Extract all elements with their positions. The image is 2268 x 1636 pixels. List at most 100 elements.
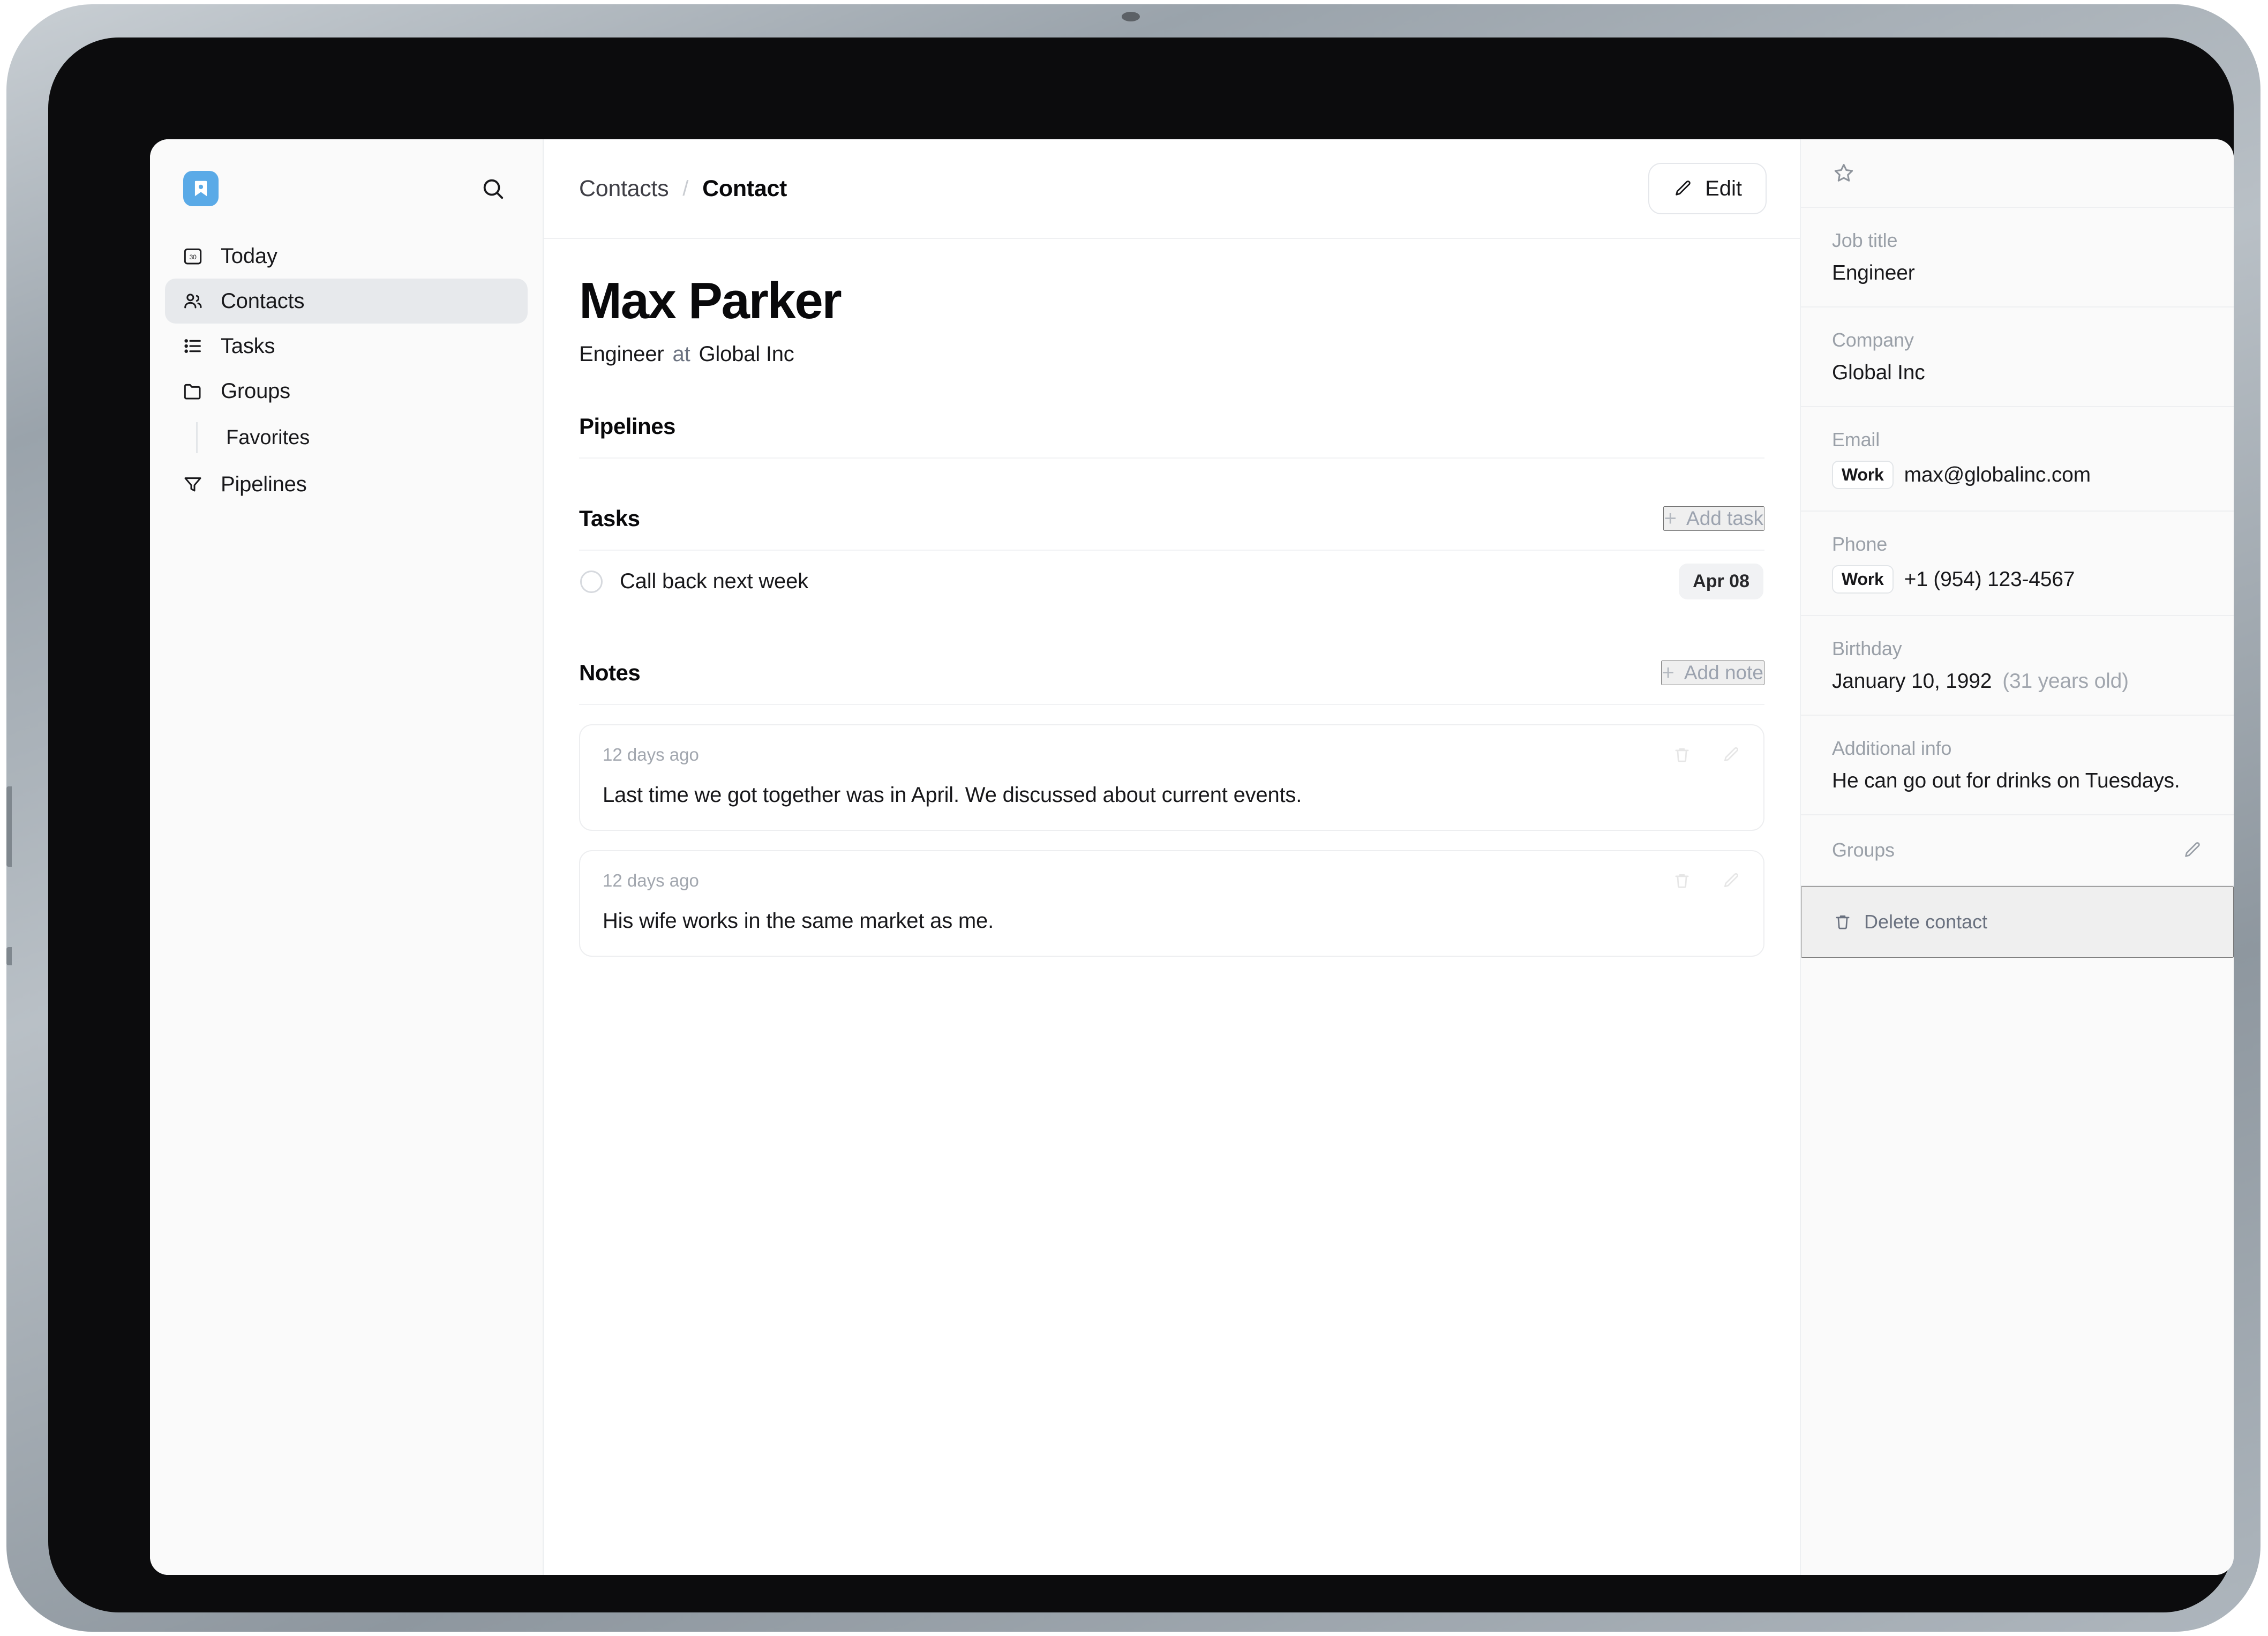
trash-icon: [1833, 912, 1852, 932]
note-card-actions: [1672, 871, 1741, 890]
field-label: Company: [1832, 329, 2203, 351]
breadcrumb-root[interactable]: Contacts: [579, 176, 669, 202]
add-task-label: Add task: [1686, 507, 1763, 530]
field-value: Engineer: [1832, 261, 2203, 285]
contact-at-word: at: [673, 342, 690, 366]
task-due-badge: Apr 08: [1679, 564, 1763, 599]
breadcrumb: Contacts / Contact: [579, 176, 787, 202]
search-icon[interactable]: [476, 172, 509, 205]
folder-icon: [181, 379, 205, 403]
main-content: Contacts / Contact Edit: [544, 139, 1800, 1575]
power-button[interactable]: [6, 947, 12, 965]
volume-button[interactable]: [6, 786, 12, 867]
phone-value[interactable]: +1 (954) 123-4567: [1904, 568, 2075, 591]
trash-icon[interactable]: [1672, 745, 1692, 764]
task-row-left: Call back next week: [580, 569, 808, 594]
field-company: Company Global Inc: [1801, 307, 2234, 407]
add-task-button[interactable]: + Add task: [1663, 506, 1764, 531]
notes-section: Notes + Add note 12 days ago: [579, 660, 1764, 957]
email-value[interactable]: max@globalinc.com: [1904, 463, 2091, 487]
details-panel: Job title Engineer Company Global Inc Em…: [1800, 139, 2234, 1575]
field-phone: Phone Work +1 (954) 123-4567: [1801, 512, 2234, 616]
field-label: Additional info: [1832, 737, 2203, 760]
note-timestamp: 12 days ago: [603, 870, 699, 891]
birthday-date: January 10, 1992: [1832, 670, 1992, 693]
pipelines-section: Pipelines: [579, 414, 1764, 459]
tasks-section-title: Tasks: [579, 506, 640, 531]
breadcrumb-current: Contact: [702, 176, 787, 202]
task-label: Call back next week: [620, 569, 808, 594]
sidebar-subitem-label: Favorites: [226, 426, 310, 449]
pencil-icon[interactable]: [2182, 840, 2203, 860]
note-card-header: 12 days ago: [603, 745, 1741, 765]
field-value: He can go out for drinks on Tuesdays.: [1832, 769, 2203, 793]
field-email: Email Work max@globalinc.com: [1801, 407, 2234, 512]
sidebar-item-label: Today: [221, 244, 277, 268]
field-label: Groups: [1832, 839, 1895, 861]
pipelines-section-header: Pipelines: [579, 414, 1764, 459]
contact-company: Global Inc: [699, 342, 794, 366]
contact-job-title: Engineer: [579, 342, 664, 366]
field-value: Global Inc: [1832, 361, 2203, 385]
sidebar-item-label: Pipelines: [221, 472, 307, 497]
note-card[interactable]: 12 days ago: [579, 850, 1764, 957]
add-note-button[interactable]: + Add note: [1661, 661, 1765, 685]
note-card-actions: [1672, 745, 1741, 764]
delete-contact-button[interactable]: Delete contact: [1801, 886, 2234, 958]
pencil-icon[interactable]: [1722, 871, 1741, 890]
field-birthday: Birthday January 10, 1992 (31 years old): [1801, 616, 2234, 716]
field-additional-info: Additional info He can go out for drinks…: [1801, 716, 2234, 815]
calendar-30-icon: 30: [181, 244, 205, 268]
tasks-section: Tasks + Add task Call back next week: [579, 506, 1764, 613]
sidebar-item-contacts[interactable]: Contacts: [165, 279, 528, 324]
camera-icon: [1122, 12, 1140, 21]
email-type-badge: Work: [1832, 461, 1894, 489]
page-title: Max Parker: [579, 274, 1764, 328]
tasks-section-header: Tasks + Add task: [579, 506, 1764, 551]
list-icon: [181, 334, 205, 358]
sidebar: 30 Today: [150, 139, 544, 1575]
note-timestamp: 12 days ago: [603, 745, 699, 765]
note-body: His wife works in the same market as me.: [603, 909, 1741, 933]
sidebar-item-label: Groups: [221, 379, 290, 403]
note-card-header: 12 days ago: [603, 870, 1741, 891]
field-job-title: Job title Engineer: [1801, 208, 2234, 307]
pipelines-section-title: Pipelines: [579, 414, 675, 439]
sidebar-item-label: Tasks: [221, 334, 275, 358]
plus-icon: +: [1664, 508, 1677, 529]
tablet-frame: 30 Today: [6, 4, 2261, 1632]
sidebar-item-groups[interactable]: Groups: [165, 369, 528, 414]
sidebar-item-today[interactable]: 30 Today: [165, 234, 528, 279]
field-groups: Groups: [1801, 815, 2234, 886]
pencil-icon[interactable]: [1722, 745, 1741, 764]
sidebar-item-tasks[interactable]: Tasks: [165, 324, 528, 369]
star-outline-icon[interactable]: [1832, 161, 1856, 185]
sidebar-header: [150, 139, 543, 212]
sidebar-item-favorites[interactable]: Favorites: [196, 417, 528, 459]
device-scene: 30 Today: [0, 0, 2268, 1636]
funnel-icon: [181, 472, 205, 496]
bookmark-app-logo[interactable]: [183, 171, 219, 206]
task-checkbox[interactable]: [580, 571, 603, 593]
edit-button[interactable]: Edit: [1648, 163, 1767, 214]
task-row[interactable]: Call back next week Apr 08: [579, 551, 1764, 613]
app-window: 30 Today: [150, 139, 2234, 1575]
note-card[interactable]: 12 days ago: [579, 724, 1764, 831]
sidebar-nav: 30 Today: [150, 212, 543, 507]
contact-subtitle: Engineer at Global Inc: [579, 342, 1764, 366]
trash-icon[interactable]: [1672, 871, 1692, 890]
birthday-age: (31 years old): [2002, 670, 2129, 693]
indent-rail: [196, 422, 198, 453]
note-body: Last time we got together was in April. …: [603, 783, 1741, 807]
notes-section-title: Notes: [579, 660, 640, 686]
svg-text:30: 30: [189, 253, 197, 261]
plus-icon: +: [1662, 662, 1674, 684]
sidebar-item-pipelines[interactable]: Pipelines: [165, 462, 528, 507]
delete-contact-label: Delete contact: [1864, 911, 1987, 933]
field-value-row: Work +1 (954) 123-4567: [1832, 565, 2203, 594]
breadcrumb-separator: /: [682, 177, 688, 201]
tablet-screen: 30 Today: [48, 37, 2234, 1612]
notes-section-header: Notes + Add note: [579, 660, 1764, 705]
topbar: Contacts / Contact Edit: [544, 139, 1800, 239]
add-note-label: Add note: [1684, 662, 1763, 684]
